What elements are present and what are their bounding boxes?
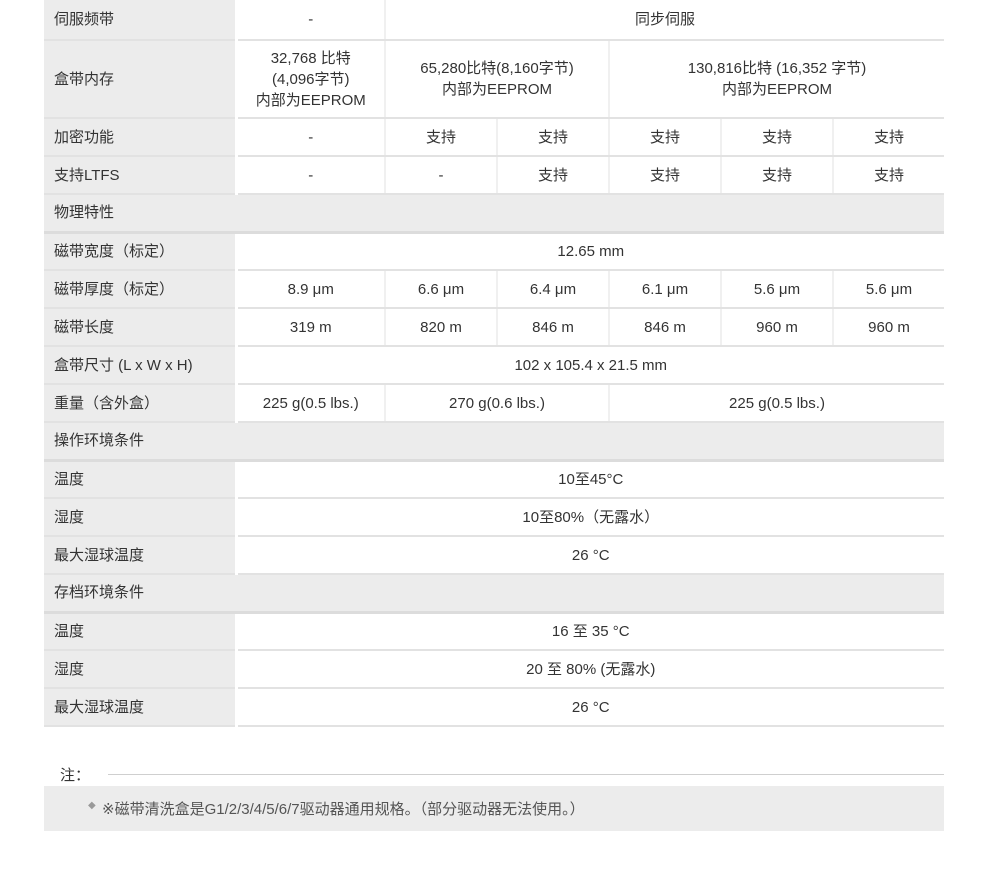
cell: 支持 [721,118,834,157]
cell: 846 m [497,308,610,347]
cell: 846 m [609,308,722,347]
cell-line: 65,280比特(8,160字节) [420,60,574,77]
cell: 960 m [833,308,944,347]
row-label: 磁带长度 [44,308,238,347]
row-label: 温度 [44,612,238,651]
cell: 102 x 105.4 x 21.5 mm [236,346,944,385]
cell: 支持 [497,156,610,195]
cell: 319 m [236,308,386,347]
cell: 225 g(0.5 lbs.) [236,384,386,423]
row-tape-width: 磁带宽度（标定） 12.65 mm [44,232,944,271]
row-weight: 重量（含外盒） 225 g(0.5 lbs.) 270 g(0.6 lbs.) … [44,384,944,423]
cell: 支持 [721,156,834,195]
cell: 支持 [609,118,722,157]
cell: - [236,0,386,41]
cell: 26 °C [236,688,944,727]
section-physical: 物理特性 [44,194,944,234]
row-label: 最大湿球温度 [44,536,238,575]
cell: - [236,156,386,195]
row-label: 支持LTFS [44,156,238,195]
note-divider [108,774,944,775]
cell-line: 内部为EEPROM [255,91,366,109]
row-tape-length: 磁带长度 319 m 820 m 846 m 846 m 960 m 960 m [44,308,944,347]
row-label: 盒带内存 [44,40,238,119]
cell: 130,816比特 (16,352 字节) 内部为EEPROM [609,40,944,119]
cell: 12.65 mm [236,232,944,271]
cell: 26 °C [236,536,944,575]
note-text: ※磁带清洗盒是G1/2/3/4/5/6/7驱动器通用规格。（部分驱动器无法使用。… [102,801,585,818]
row-label: 最大湿球温度 [44,688,238,727]
cell: 820 m [385,308,498,347]
cell-line: 32,768 比特 [270,49,351,67]
cell: 20 至 80% (无露水) [236,650,944,689]
cell: 65,280比特(8,160字节) 内部为EEPROM [385,40,610,119]
row-ar-wetbulb: 最大湿球温度 26 °C [44,688,944,727]
cell: 6.1 μm [609,270,722,309]
row-cart-size: 盒带尺寸 (L x W x H) 102 x 105.4 x 21.5 mm [44,346,944,385]
cell: 6.4 μm [497,270,610,309]
cell: - [236,118,386,157]
row-encryption: 加密功能 - 支持 支持 支持 支持 支持 [44,118,944,157]
cell: 5.6 μm [833,270,944,309]
cell: - [385,156,498,195]
cell: 225 g(0.5 lbs.) [609,384,944,423]
cell: 支持 [833,156,944,195]
row-op-temp: 温度 10至45°C [44,460,944,499]
row-tape-thickness: 磁带厚度（标定） 8.9 μm 6.6 μm 6.4 μm 6.1 μm 5.6… [44,270,944,309]
cell: 支持 [609,156,722,195]
cell-line: 130,816比特 (16,352 字节) [687,60,867,77]
row-label: 重量（含外盒） [44,384,238,423]
row-cart-memory: 盒带内存 32,768 比特 (4,096字节) 内部为EEPROM 65,28… [44,40,944,119]
cell: 支持 [833,118,944,157]
cell: 支持 [385,118,498,157]
row-ar-humidity: 湿度 20 至 80% (无露水) [44,650,944,689]
cell: 5.6 μm [721,270,834,309]
row-label: 磁带宽度（标定） [44,232,238,271]
row-label: 伺服频带 [44,0,238,41]
row-label: 加密功能 [44,118,238,157]
cell: 10至45°C [236,460,944,499]
spec-table: 伺服频带 - 同步伺服 盒带内存 32,768 比特 (4,096字节) 内部为… [44,0,944,727]
row-op-humidity: 湿度 10至80%（无露水） [44,498,944,537]
section-archive: 存档环境条件 [44,574,944,614]
cell-line: 内部为EEPROM [441,81,552,98]
row-label: 盒带尺寸 (L x W x H) [44,346,238,385]
cell: 270 g(0.6 lbs.) [385,384,610,423]
cell: 960 m [721,308,834,347]
cell: 支持 [497,118,610,157]
cell: 8.9 μm [236,270,386,309]
row-op-wetbulb: 最大湿球温度 26 °C [44,536,944,575]
cell: 10至80%（无露水） [236,498,944,537]
note-title: 注： [60,767,91,784]
section-heading: 存档环境条件 [44,574,944,614]
row-ltfs: 支持LTFS - - 支持 支持 支持 支持 [44,156,944,195]
row-servo-band: 伺服频带 - 同步伺服 [44,0,944,41]
cell-line: (4,096字节) [271,70,350,88]
cell: 32,768 比特 (4,096字节) 内部为EEPROM [236,40,386,119]
row-ar-temp: 温度 16 至 35 °C [44,612,944,651]
bullet-icon: ◆ [88,800,96,811]
cell: 6.6 μm [385,270,498,309]
section-heading: 操作环境条件 [44,422,944,462]
cell: 16 至 35 °C [236,612,944,651]
section-heading: 物理特性 [44,194,944,234]
row-label: 湿度 [44,650,238,689]
row-label: 湿度 [44,498,238,537]
section-operating: 操作环境条件 [44,422,944,462]
cell: 同步伺服 [385,0,944,41]
row-label: 磁带厚度（标定） [44,270,238,309]
note-box: ◆ ※磁带清洗盒是G1/2/3/4/5/6/7驱动器通用规格。（部分驱动器无法使… [44,786,944,831]
cell-line: 内部为EEPROM [721,81,832,98]
row-label: 温度 [44,460,238,499]
